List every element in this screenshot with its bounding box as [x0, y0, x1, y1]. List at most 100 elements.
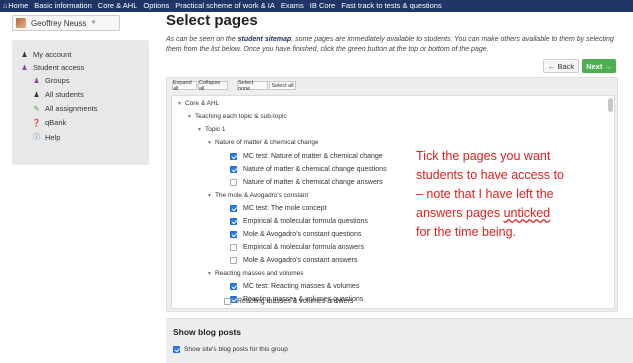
chevron-down-icon: ▼ [207, 192, 212, 199]
pencil-icon: ✎ [33, 105, 40, 113]
next-button[interactable]: Next → [582, 59, 616, 73]
annotation-line: Tick the pages you want [416, 149, 551, 163]
nav-exams[interactable]: Exams [278, 0, 307, 12]
chevron-down-icon: ▼ [177, 100, 182, 107]
tree-group[interactable]: ▼ The mole & Avogadro's constant [207, 191, 308, 200]
back-button[interactable]: ← Back [543, 59, 579, 73]
arrow-right-icon: → [602, 61, 612, 71]
tree-node-root[interactable]: ▼ Core & AHL [177, 99, 219, 108]
select-all-button[interactable]: Select all [269, 81, 296, 90]
checkbox-checked[interactable] [230, 153, 237, 160]
collapse-all-button[interactable]: Collapse all [198, 80, 228, 92]
tree-leaf-label: Nature of matter & chemical change quest… [243, 166, 387, 173]
tree-node-label: Topic 1 [204, 126, 226, 133]
user-name: Geoffrey Neuss [31, 18, 87, 28]
nav-options[interactable]: Options [140, 0, 172, 12]
sidebar-item-all-assignments[interactable]: ✎ All assignments [32, 104, 98, 113]
nav-home-label: Home [8, 0, 29, 10]
sidebar-item-student-access[interactable]: ♟ Student access [20, 63, 84, 72]
user-menu-button[interactable]: Geoffrey Neuss ▼ [12, 15, 120, 31]
tree-node-label: Core & AHL [184, 100, 220, 107]
tree-leaf[interactable]: MC test: The mole concept [230, 204, 327, 213]
nav-home[interactable]: ⌂Home [0, 0, 31, 12]
tree-leaf-label: MC test: Nature of matter & chemical cha… [243, 153, 383, 160]
home-icon: ⌂ [3, 2, 8, 10]
tree-leaf-label: Empirical & molecular formula answers [243, 244, 364, 251]
sidebar-item-label: Student access [33, 63, 85, 72]
page-title: Select pages [166, 12, 258, 29]
annotation-misspelled-word: unticked [503, 206, 551, 220]
next-label: Next [586, 61, 603, 71]
chevron-down-icon: ▼ [90, 20, 97, 26]
checkbox-checked[interactable] [230, 283, 237, 290]
annotation-line: – note that I have left the [416, 187, 554, 201]
users-icon: ♟ [21, 64, 28, 72]
sidebar-item-groups[interactable]: ♟ Groups [32, 76, 70, 85]
sidebar-item-my-account[interactable]: ♟ My account [20, 50, 71, 59]
select-none-button[interactable]: Select none [237, 80, 268, 92]
sidebar-item-label: All assignments [45, 104, 98, 113]
sidebar-item-label: All students [45, 90, 84, 99]
tree-leaf[interactable]: Empirical & molecular formula answers [230, 243, 364, 252]
tree-leaf[interactable]: MC test: Nature of matter & chemical cha… [230, 152, 383, 161]
checkbox-checked[interactable] [173, 346, 180, 353]
scrollbar[interactable] [608, 98, 613, 112]
annotation-line: for the time being. [416, 225, 517, 239]
tree-leaf[interactable]: Empirical & molecular formula questions [230, 217, 368, 226]
tree-leaf[interactable]: MC test: Reacting masses & volumes [230, 282, 359, 291]
annotation-line: answers pages unticked [416, 204, 631, 223]
checkbox-checked[interactable] [230, 218, 237, 225]
group-icon: ♟ [33, 77, 40, 85]
sidebar-item-label: qBank [45, 118, 67, 127]
blog-posts-panel: Show blog posts Show site's blog posts f… [166, 318, 633, 363]
checkbox-unchecked[interactable] [230, 257, 237, 264]
annotation-overlay: Tick the pages you want students to have… [416, 147, 631, 242]
intro-text: As can be seen on the student sitemap, s… [166, 35, 621, 55]
chevron-right-icon: ▼ [207, 270, 212, 277]
tree-group-label: The mole & Avogadro's constant [214, 192, 309, 199]
blog-checkbox-label: Show site's blog posts for this group [184, 346, 288, 353]
sidebar-item-label: Groups [45, 76, 70, 85]
sidebar: Geoffrey Neuss ▼ ♟ My account ♟ Student … [0, 12, 160, 363]
help-circle-icon: ❓ [32, 119, 41, 127]
checkbox-unchecked[interactable] [224, 298, 231, 305]
checkbox-unchecked[interactable] [230, 244, 237, 251]
tree-leaf-label: MC test: Reacting masses & volumes [243, 283, 360, 290]
chevron-down-icon: ▼ [207, 139, 212, 146]
nav-core-ahl[interactable]: Core & AHL [95, 0, 141, 12]
tree-group[interactable]: ▼ Reacting masses and volumes [207, 269, 303, 278]
tree-leaf-label: Mole & Avogadro's constant questions [243, 231, 362, 238]
info-icon: ⓘ [33, 134, 40, 141]
sidebar-panel: ♟ My account ♟ Student access ♟ Groups ♟… [12, 40, 149, 165]
checkbox-checked[interactable] [230, 205, 237, 212]
checkbox-checked[interactable] [230, 231, 237, 238]
tree-leaf-label: MC test: The mole concept [243, 205, 327, 212]
expand-all-button[interactable]: Expand all [172, 80, 197, 92]
tree-leaf[interactable]: Mole & Avogadro's constant answers [230, 256, 357, 265]
nav-ib-core[interactable]: IB Core [307, 0, 338, 12]
tree-leaf[interactable]: Mole & Avogadro's constant questions [230, 230, 361, 239]
tree-group-label: Reacting masses and volumes [214, 270, 304, 277]
checkbox-checked[interactable] [230, 166, 237, 173]
tree-leaf[interactable]: Reacting masses & volumes answers [224, 297, 353, 306]
checkbox-unchecked[interactable] [230, 179, 237, 186]
nav-basic-information[interactable]: Basic information [31, 0, 95, 12]
nav-fast-track[interactable]: Fast track to tests & questions [338, 0, 444, 12]
sidebar-item-qbank[interactable]: ❓ qBank [32, 118, 66, 127]
tree-group-label: Nature of matter & chemical change [214, 139, 319, 146]
annotation-line: students to have access to [416, 168, 565, 182]
sidebar-item-all-students[interactable]: ♟ All students [32, 90, 84, 99]
tree-node-level2[interactable]: ▼ Topic 1 [197, 125, 226, 134]
sidebar-item-label: Help [45, 132, 61, 142]
user-icon: ♟ [33, 91, 40, 99]
sidebar-item-help[interactable]: ⓘ Help [32, 132, 60, 142]
tree-leaf[interactable]: Nature of matter & chemical change answe… [230, 178, 383, 187]
tree-leaf[interactable]: Nature of matter & chemical change quest… [230, 165, 387, 174]
show-blog-posts-checkbox-row[interactable]: Show site's blog posts for this group [173, 346, 288, 353]
avatar [16, 18, 26, 28]
student-sitemap-link[interactable]: student sitemap [238, 36, 292, 43]
tree-group[interactable]: ▼ Nature of matter & chemical change [207, 138, 319, 147]
nav-practical[interactable]: Practical scheme of work & IA [172, 0, 278, 12]
tree-leaf-label: Empirical & molecular formula questions [243, 218, 368, 225]
tree-node-level1[interactable]: ▼ Teaching each topic & sub-topic [187, 112, 287, 121]
